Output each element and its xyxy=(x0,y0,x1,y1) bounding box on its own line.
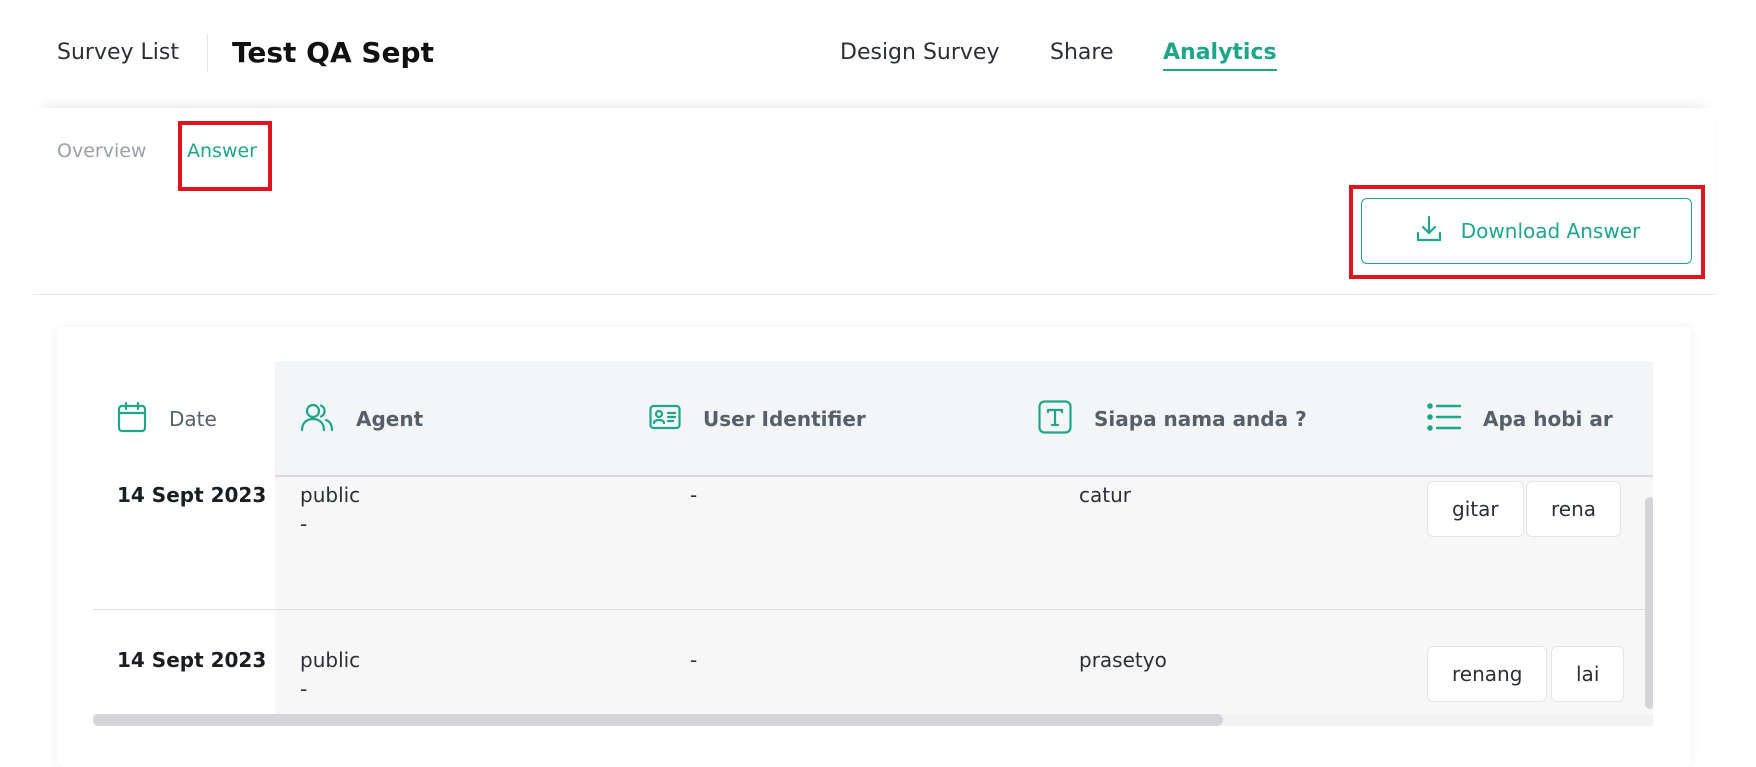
text-icon xyxy=(1038,399,1072,439)
hobby-chip: renang xyxy=(1427,646,1548,702)
id-card-icon xyxy=(649,404,681,435)
list-icon xyxy=(1427,402,1462,436)
cell-user-identifier: - xyxy=(690,648,698,672)
answer-highlight-box xyxy=(178,121,272,191)
survey-title: Test QA Sept xyxy=(232,36,434,69)
horizontal-scrollbar-track[interactable] xyxy=(93,714,1653,726)
vertical-scrollbar[interactable] xyxy=(1645,497,1653,709)
answers-card: Date Agent User Identifier Siapa nama an… xyxy=(57,327,1691,767)
download-answer-button[interactable]: Download Answer xyxy=(1361,198,1692,264)
tab-analytics[interactable]: Analytics xyxy=(1163,40,1277,71)
header-divider xyxy=(207,34,208,72)
hobby-chip: gitar xyxy=(1427,481,1524,537)
analytics-toolbar: Overview Answer Download Answer xyxy=(33,108,1715,295)
column-header-user-identifier-label: User Identifier xyxy=(703,407,866,431)
cell-name-answer: prasetyo xyxy=(1079,648,1167,672)
subtab-overview[interactable]: Overview xyxy=(57,140,146,162)
column-header-agent[interactable]: Agent xyxy=(300,361,423,477)
tab-share[interactable]: Share xyxy=(1050,40,1114,65)
cell-agent-sub: - xyxy=(300,512,308,536)
hobby-chip: rena xyxy=(1526,481,1622,537)
column-header-name-question[interactable]: Siapa nama anda ? xyxy=(1038,361,1307,477)
hobby-chip: lai xyxy=(1551,646,1625,702)
cell-agent: public - xyxy=(300,646,360,704)
column-header-hobby-question[interactable]: Apa hobi ar xyxy=(1427,361,1613,477)
cell-agent-name: public xyxy=(300,483,361,507)
table-row[interactable]: 14 Sept 2023 public - - catur gitar rena xyxy=(93,477,1653,610)
tab-design-survey[interactable]: Design Survey xyxy=(840,40,999,65)
column-header-name-question-label: Siapa nama anda ? xyxy=(1094,407,1307,431)
download-icon xyxy=(1413,213,1445,250)
table-row[interactable]: 14 Sept 2023 public - - prasetyo renang … xyxy=(93,610,1653,721)
cell-agent-sub: - xyxy=(300,677,308,701)
calendar-icon xyxy=(117,401,147,438)
answers-table: Date Agent User Identifier Siapa nama an… xyxy=(93,361,1653,721)
download-answer-label: Download Answer xyxy=(1460,219,1641,243)
users-icon xyxy=(300,402,334,437)
table-header: Date Agent User Identifier Siapa nama an… xyxy=(93,361,1653,477)
top-header: Survey List Test QA Sept Design Survey S… xyxy=(0,0,1756,108)
column-header-date-label: Date xyxy=(169,407,217,431)
column-header-user-identifier[interactable]: User Identifier xyxy=(649,361,866,477)
survey-list-link[interactable]: Survey List xyxy=(57,40,179,65)
column-header-hobby-question-label: Apa hobi ar xyxy=(1483,407,1613,431)
cell-date: 14 Sept 2023 xyxy=(117,483,267,507)
horizontal-scrollbar-thumb[interactable] xyxy=(93,714,1223,726)
cell-agent-name: public xyxy=(300,648,361,672)
cell-date: 14 Sept 2023 xyxy=(117,648,267,672)
column-header-agent-label: Agent xyxy=(356,407,424,431)
column-header-date[interactable]: Date xyxy=(93,361,275,477)
cell-agent: public - xyxy=(300,481,360,539)
cell-user-identifier: - xyxy=(690,483,698,507)
cell-name-answer: catur xyxy=(1079,483,1131,507)
